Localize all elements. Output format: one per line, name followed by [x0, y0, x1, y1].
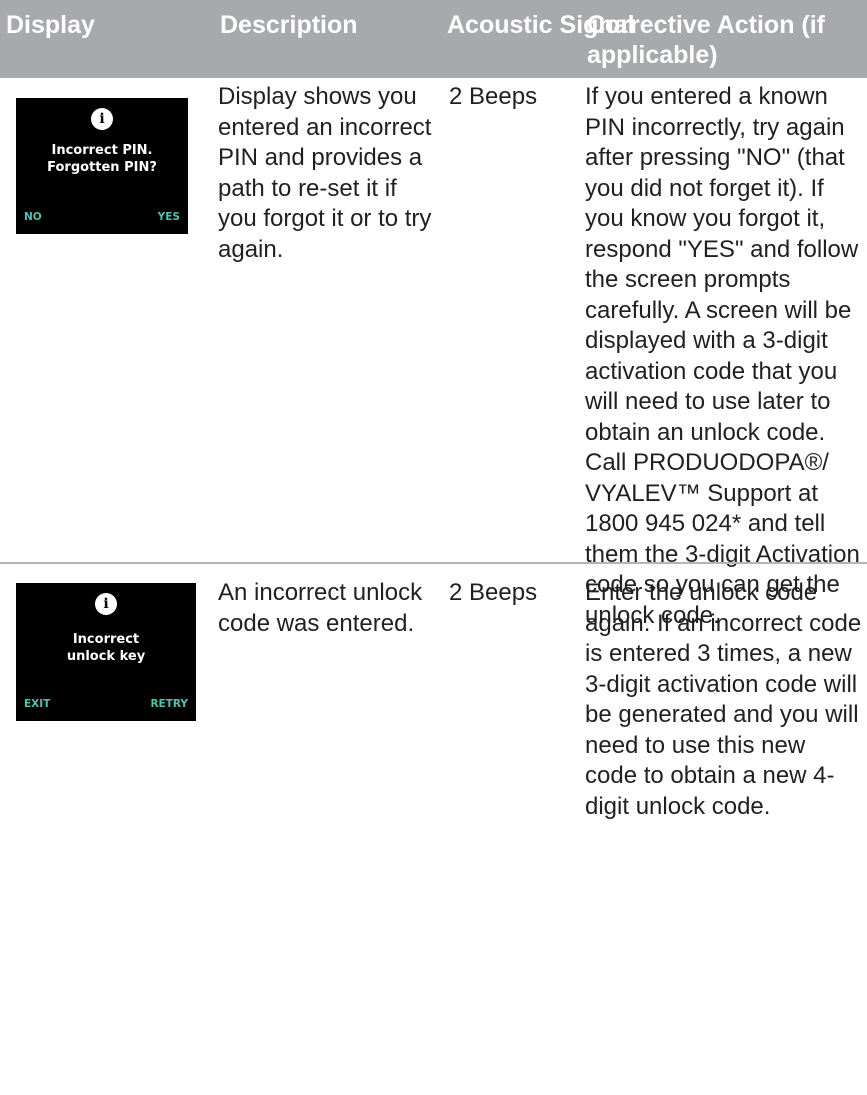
description-cell: Display shows you entered an incorrect P… — [218, 83, 432, 263]
table-row: i Incorrect PIN. Forgotten PIN? NO YES D… — [0, 78, 867, 629]
softkey-exit-label: EXIT — [24, 698, 51, 710]
header-display: Display — [6, 11, 95, 39]
screen-message: Incorrect PIN. Forgotten PIN? — [47, 143, 157, 175]
softkey-yes-label: YES — [157, 211, 180, 223]
screen-message: Incorrect unlock key — [66, 632, 146, 664]
table-row: i Incorrect unlock key EXIT RETRY An inc… — [0, 562, 867, 1095]
description-cell: An incorrect unlock code was entered. — [218, 579, 423, 637]
device-screen-incorrect-pin: i Incorrect PIN. Forgotten PIN? NO YES — [16, 98, 188, 234]
corrective-action-cell: If you entered a known PIN incorrectly, … — [585, 83, 860, 629]
softkey-no-label: NO — [24, 211, 42, 223]
acoustic-signal-cell: 2 Beeps — [449, 83, 538, 110]
table-header: Display Description Acoustic Signal Corr… — [0, 0, 867, 78]
softkey-retry-label: RETRY — [150, 698, 188, 710]
acoustic-signal-cell: 2 Beeps — [449, 579, 538, 606]
header-description: Description — [220, 11, 358, 39]
header-corrective-action: Corrective Action (if applicable) — [587, 11, 826, 69]
corrective-action-cell: Enter the unlock code again. If an incor… — [585, 579, 862, 820]
device-screen-incorrect-unlock-key: i Incorrect unlock key EXIT RETRY — [16, 583, 196, 721]
info-icon: i — [91, 108, 113, 130]
info-icon: i — [95, 593, 117, 615]
